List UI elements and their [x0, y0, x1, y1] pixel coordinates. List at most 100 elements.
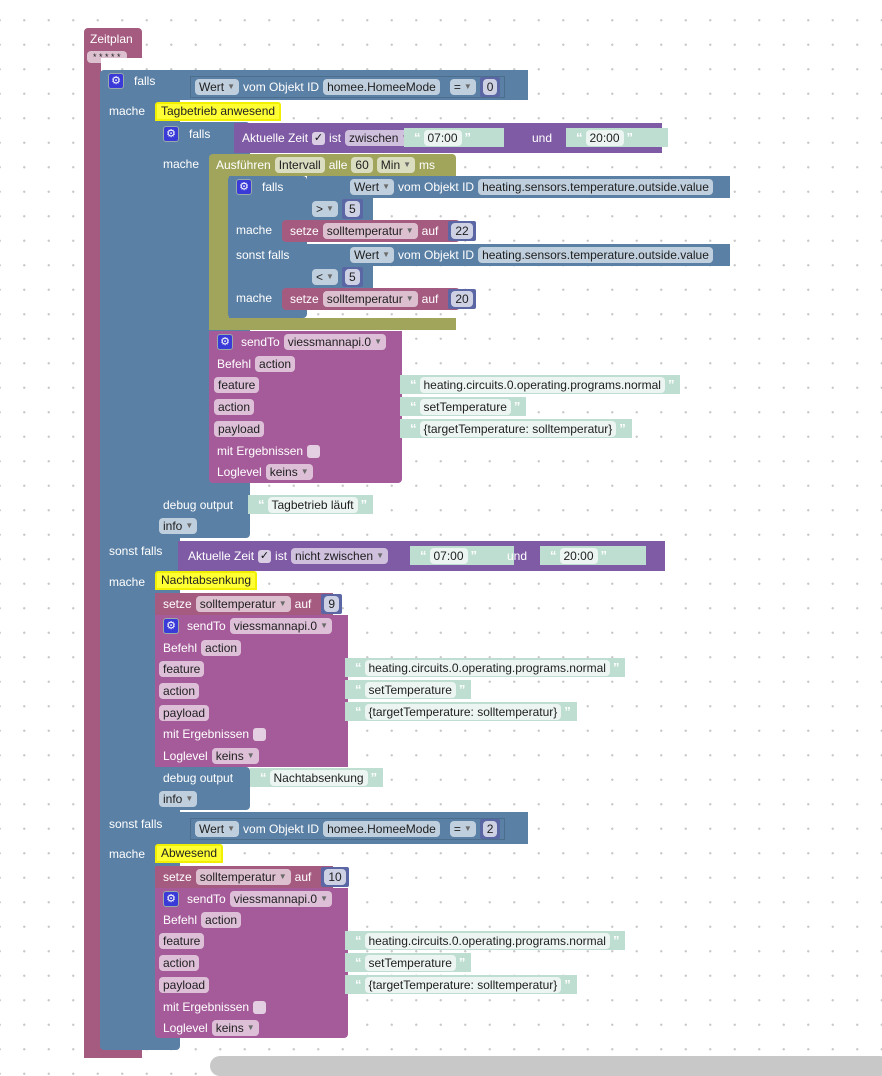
- variable-dropdown[interactable]: solltemperatur ▼: [195, 596, 291, 612]
- unit-dropdown[interactable]: Min ▼: [376, 157, 416, 173]
- text-field[interactable]: setTemperature: [364, 954, 456, 971]
- loglevel-dropdown[interactable]: keins ▼: [265, 464, 313, 480]
- gear-icon[interactable]: ⚙: [163, 126, 179, 142]
- falls-label: falls: [262, 180, 284, 194]
- object-id-label: vom Objekt ID: [398, 248, 475, 262]
- mache-label: mache: [109, 575, 146, 589]
- horizontal-scrollbar[interactable]: [210, 1056, 882, 1076]
- interval-spine: [209, 176, 229, 330]
- variable-dropdown[interactable]: solltemperatur ▼: [322, 223, 418, 239]
- value-dropdown[interactable]: Wert ▼: [195, 79, 240, 95]
- variable-dropdown[interactable]: solltemperatur ▼: [322, 291, 418, 307]
- param-name-field[interactable]: action: [159, 683, 200, 699]
- schedule-title: Zeitplan: [90, 32, 133, 46]
- text-field[interactable]: 07:00: [423, 129, 462, 146]
- loglevel-dropdown[interactable]: keins ▼: [211, 1020, 259, 1036]
- und-label: und: [507, 549, 528, 563]
- object-id-label: vom Objekt ID: [243, 80, 320, 94]
- command-field[interactable]: action: [201, 912, 242, 928]
- results-checkbox[interactable]: [307, 444, 321, 458]
- instance-dropdown[interactable]: viessmannapi.0 ▼: [229, 618, 333, 634]
- mache-label: mache: [236, 223, 273, 237]
- text-field[interactable]: 20:00: [559, 547, 598, 564]
- text-field[interactable]: Nachtabsenkung: [269, 769, 368, 786]
- text-field[interactable]: {targetTemperature: solltemperatur}: [364, 976, 562, 993]
- text-field[interactable]: setTemperature: [419, 398, 511, 415]
- text-field[interactable]: {targetTemperature: solltemperatur}: [419, 420, 617, 437]
- object-id-field[interactable]: homee.HomeeMode: [323, 821, 440, 837]
- mache-label: mache: [109, 104, 146, 118]
- value-dropdown[interactable]: Wert ▼: [350, 247, 395, 263]
- param-name-field[interactable]: feature: [214, 377, 260, 393]
- debug-level-dropdown[interactable]: info ▼: [159, 518, 198, 534]
- comment[interactable]: Tagbetrieb anwesend: [155, 102, 282, 121]
- param-name-field[interactable]: action: [159, 955, 200, 971]
- command-field[interactable]: action: [201, 640, 242, 656]
- instance-dropdown[interactable]: viessmannapi.0 ▼: [283, 334, 387, 350]
- mode-dropdown[interactable]: nicht zwischen ▼: [291, 548, 388, 564]
- text-field[interactable]: Tagbetrieb läuft: [267, 496, 358, 513]
- operator-dropdown[interactable]: > ▼: [312, 201, 338, 217]
- number-field[interactable]: 20: [451, 291, 473, 307]
- checkbox[interactable]: ✓: [258, 549, 272, 563]
- debug-label: debug output: [163, 771, 234, 785]
- gear-icon[interactable]: ⚙: [217, 334, 233, 350]
- variable-dropdown[interactable]: solltemperatur ▼: [195, 869, 291, 885]
- param-name-field[interactable]: payload: [159, 977, 210, 993]
- text-field[interactable]: heating.circuits.0.operating.programs.no…: [419, 376, 665, 393]
- mache-label: mache: [109, 847, 146, 861]
- object-id-field[interactable]: heating.sensors.temperature.outside.valu…: [478, 179, 713, 195]
- interval-type-dropdown[interactable]: Intervall: [274, 157, 325, 173]
- operator-dropdown[interactable]: = ▼: [449, 79, 476, 95]
- mache-label: mache: [236, 291, 273, 305]
- number-field[interactable]: 2: [482, 821, 498, 837]
- comment[interactable]: Abwesend: [155, 844, 224, 863]
- text-field[interactable]: heating.circuits.0.operating.programs.no…: [364, 932, 610, 949]
- comment[interactable]: Nachtabsenkung: [155, 571, 258, 590]
- cron-field[interactable]: * * * * *: [87, 51, 127, 63]
- value-dropdown[interactable]: Wert ▼: [195, 821, 240, 837]
- chevron-down-icon: ▼: [227, 82, 236, 91]
- param-name-field[interactable]: action: [214, 399, 255, 415]
- ms-label: ms: [419, 158, 436, 172]
- debug-level-dropdown[interactable]: info ▼: [159, 791, 198, 807]
- number-field[interactable]: 22: [451, 223, 473, 239]
- param-name-field[interactable]: feature: [159, 661, 205, 677]
- gear-icon[interactable]: ⚙: [108, 73, 124, 89]
- number-field[interactable]: 5: [344, 269, 360, 285]
- falls-label: falls: [134, 74, 156, 88]
- value-dropdown[interactable]: Wert ▼: [350, 179, 395, 195]
- text-field[interactable]: 20:00: [585, 129, 624, 146]
- exec-label: Ausführen: [216, 158, 271, 172]
- interval-value-field[interactable]: 60: [351, 157, 373, 173]
- instance-dropdown[interactable]: viessmannapi.0 ▼: [229, 891, 333, 907]
- results-checkbox[interactable]: [253, 727, 267, 741]
- param-name-field[interactable]: payload: [214, 421, 265, 437]
- gear-icon[interactable]: ⚙: [163, 891, 179, 907]
- results-checkbox[interactable]: [253, 1000, 267, 1014]
- text-field[interactable]: heating.circuits.0.operating.programs.no…: [364, 659, 610, 676]
- checkbox[interactable]: ✓: [312, 131, 326, 145]
- object-id-field[interactable]: homee.HomeeMode: [323, 79, 440, 95]
- text-field[interactable]: {targetTemperature: solltemperatur}: [364, 703, 562, 720]
- gear-icon[interactable]: ⚙: [163, 618, 179, 634]
- falls-label: falls: [189, 127, 211, 141]
- number-field[interactable]: 10: [324, 869, 346, 885]
- sonst-falls-label: sonst falls: [109, 817, 163, 831]
- param-name-field[interactable]: feature: [159, 933, 205, 949]
- number-field[interactable]: 5: [344, 201, 360, 217]
- command-field[interactable]: action: [255, 356, 296, 372]
- debug-label: debug output: [163, 498, 234, 512]
- operator-dropdown[interactable]: < ▼: [312, 269, 338, 285]
- number-field[interactable]: 0: [482, 79, 498, 95]
- gear-icon[interactable]: ⚙: [236, 179, 252, 195]
- param-name-field[interactable]: payload: [159, 705, 210, 721]
- object-id-field[interactable]: heating.sensors.temperature.outside.valu…: [478, 247, 713, 263]
- text-field[interactable]: 07:00: [429, 547, 468, 564]
- sonst-falls-label: sonst falls: [109, 544, 163, 558]
- text-field[interactable]: setTemperature: [364, 681, 456, 698]
- loglevel-dropdown[interactable]: keins ▼: [211, 748, 259, 764]
- number-field[interactable]: 9: [324, 596, 340, 612]
- mache-label: mache: [163, 157, 200, 171]
- operator-dropdown[interactable]: = ▼: [449, 821, 476, 837]
